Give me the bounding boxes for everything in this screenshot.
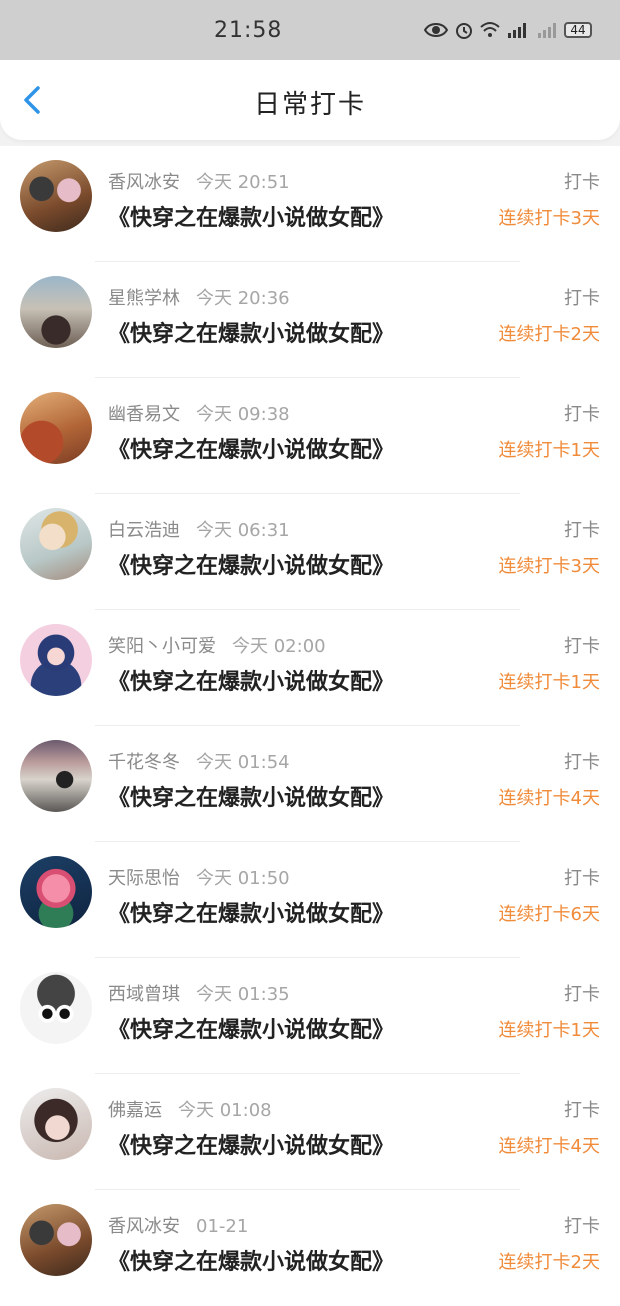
signal-5g-icon [508,23,526,38]
book-title[interactable]: 《快穿之在爆款小说做女配》 [108,200,394,232]
page-title: 日常打卡 [253,90,366,120]
checkin-time: 01-21 [196,1216,249,1237]
streak-label: 连续打卡3天 [498,556,600,577]
user-name: 千花冬冬 [108,752,180,773]
streak-label: 连续打卡1天 [498,672,600,693]
streak-label: 连续打卡4天 [498,1136,600,1157]
book-title[interactable]: 《快穿之在爆款小说做女配》 [108,432,394,464]
streak-label: 连续打卡1天 [498,440,600,461]
avatar[interactable] [20,740,92,812]
checkin-label: 打卡 [564,404,600,425]
list-item[interactable]: 千花冬冬 今天 01:54 《快穿之在爆款小说做女配》 打卡 连续打卡4天 [0,726,620,842]
user-name: 笑阳丶小可爱 [108,636,216,657]
wifi-icon [480,22,500,37]
status-time: 21:58 [214,18,283,43]
avatar[interactable] [20,276,92,348]
status-icons: 44 [424,20,592,40]
avatar[interactable] [20,624,92,696]
avatar[interactable] [20,972,92,1044]
checkin-time: 今天 02:00 [232,636,326,657]
eye-icon [424,23,448,37]
checkin-label: 打卡 [564,172,600,193]
avatar[interactable] [20,1088,92,1160]
avatar[interactable] [20,1204,92,1276]
checkin-label: 打卡 [564,752,600,773]
streak-label: 连续打卡6天 [498,904,600,925]
page-header: 日常打卡 [0,60,620,140]
book-title[interactable]: 《快穿之在爆款小说做女配》 [108,548,394,580]
avatar[interactable] [20,392,92,464]
user-name: 天际思怡 [108,868,180,889]
list-item[interactable]: 幽香易文 今天 09:38 《快穿之在爆款小说做女配》 打卡 连续打卡1天 [0,378,620,494]
checkin-label: 打卡 [564,868,600,889]
list-item[interactable]: 笑阳丶小可爱 今天 02:00 《快穿之在爆款小说做女配》 打卡 连续打卡1天 [0,610,620,726]
list-item[interactable]: 香风冰安 01-21 《快穿之在爆款小说做女配》 打卡 连续打卡2天 [0,1190,620,1306]
checkin-label: 打卡 [564,984,600,1005]
checkin-time: 今天 01:08 [178,1100,272,1121]
list-item[interactable]: 天际思怡 今天 01:50 《快穿之在爆款小说做女配》 打卡 连续打卡6天 [0,842,620,958]
user-name: 幽香易文 [108,404,180,425]
avatar[interactable] [20,856,92,928]
checkin-label: 打卡 [564,520,600,541]
user-name: 香风冰安 [108,1216,180,1237]
book-title[interactable]: 《快穿之在爆款小说做女配》 [108,1244,394,1276]
user-name: 星熊学林 [108,288,180,309]
checkin-time: 今天 06:31 [196,520,290,541]
user-name: 白云浩迪 [108,520,180,541]
checkin-time: 今天 01:54 [196,752,290,773]
checkin-label: 打卡 [564,1100,600,1121]
checkin-time: 今天 01:50 [196,868,290,889]
list-item[interactable]: 佛嘉运 今天 01:08 《快穿之在爆款小说做女配》 打卡 连续打卡4天 [0,1074,620,1190]
checkin-label: 打卡 [564,1216,600,1237]
list-item[interactable]: 白云浩迪 今天 06:31 《快穿之在爆款小说做女配》 打卡 连续打卡3天 [0,494,620,610]
user-name: 西域曾琪 [108,984,180,1005]
book-title[interactable]: 《快穿之在爆款小说做女配》 [108,780,394,812]
checkin-time: 今天 09:38 [196,404,290,425]
streak-label: 连续打卡4天 [498,788,600,809]
checkin-time: 今天 20:36 [196,288,290,309]
book-title[interactable]: 《快穿之在爆款小说做女配》 [108,1128,394,1160]
book-title[interactable]: 《快穿之在爆款小说做女配》 [108,896,394,928]
checkin-time: 今天 01:35 [196,984,290,1005]
avatar[interactable] [20,508,92,580]
checkin-list: 香风冰安 今天 20:51 《快穿之在爆款小说做女配》 打卡 连续打卡3天 星熊学… [0,146,620,1306]
streak-label: 连续打卡1天 [498,1020,600,1041]
user-name: 香风冰安 [108,172,180,193]
list-item[interactable]: 西域曾琪 今天 01:35 《快穿之在爆款小说做女配》 打卡 连续打卡1天 [0,958,620,1074]
checkin-label: 打卡 [564,636,600,657]
book-title[interactable]: 《快穿之在爆款小说做女配》 [108,664,394,696]
user-name: 佛嘉运 [108,1100,162,1121]
book-title[interactable]: 《快穿之在爆款小说做女配》 [108,1012,394,1044]
checkin-time: 今天 20:51 [196,172,290,193]
battery-indicator: 44 [564,22,592,38]
checkin-label: 打卡 [564,288,600,309]
book-title[interactable]: 《快穿之在爆款小说做女配》 [108,316,394,348]
streak-label: 连续打卡2天 [498,1252,600,1273]
streak-label: 连续打卡3天 [498,208,600,229]
list-item[interactable]: 香风冰安 今天 20:51 《快穿之在爆款小说做女配》 打卡 连续打卡3天 [0,146,620,262]
streak-label: 连续打卡2天 [498,324,600,345]
avatar[interactable] [20,160,92,232]
status-bar: 21:58 44 [0,0,620,60]
alarm-icon [456,23,472,39]
list-item[interactable]: 星熊学林 今天 20:36 《快穿之在爆款小说做女配》 打卡 连续打卡2天 [0,262,620,378]
signal-icon [538,23,556,38]
